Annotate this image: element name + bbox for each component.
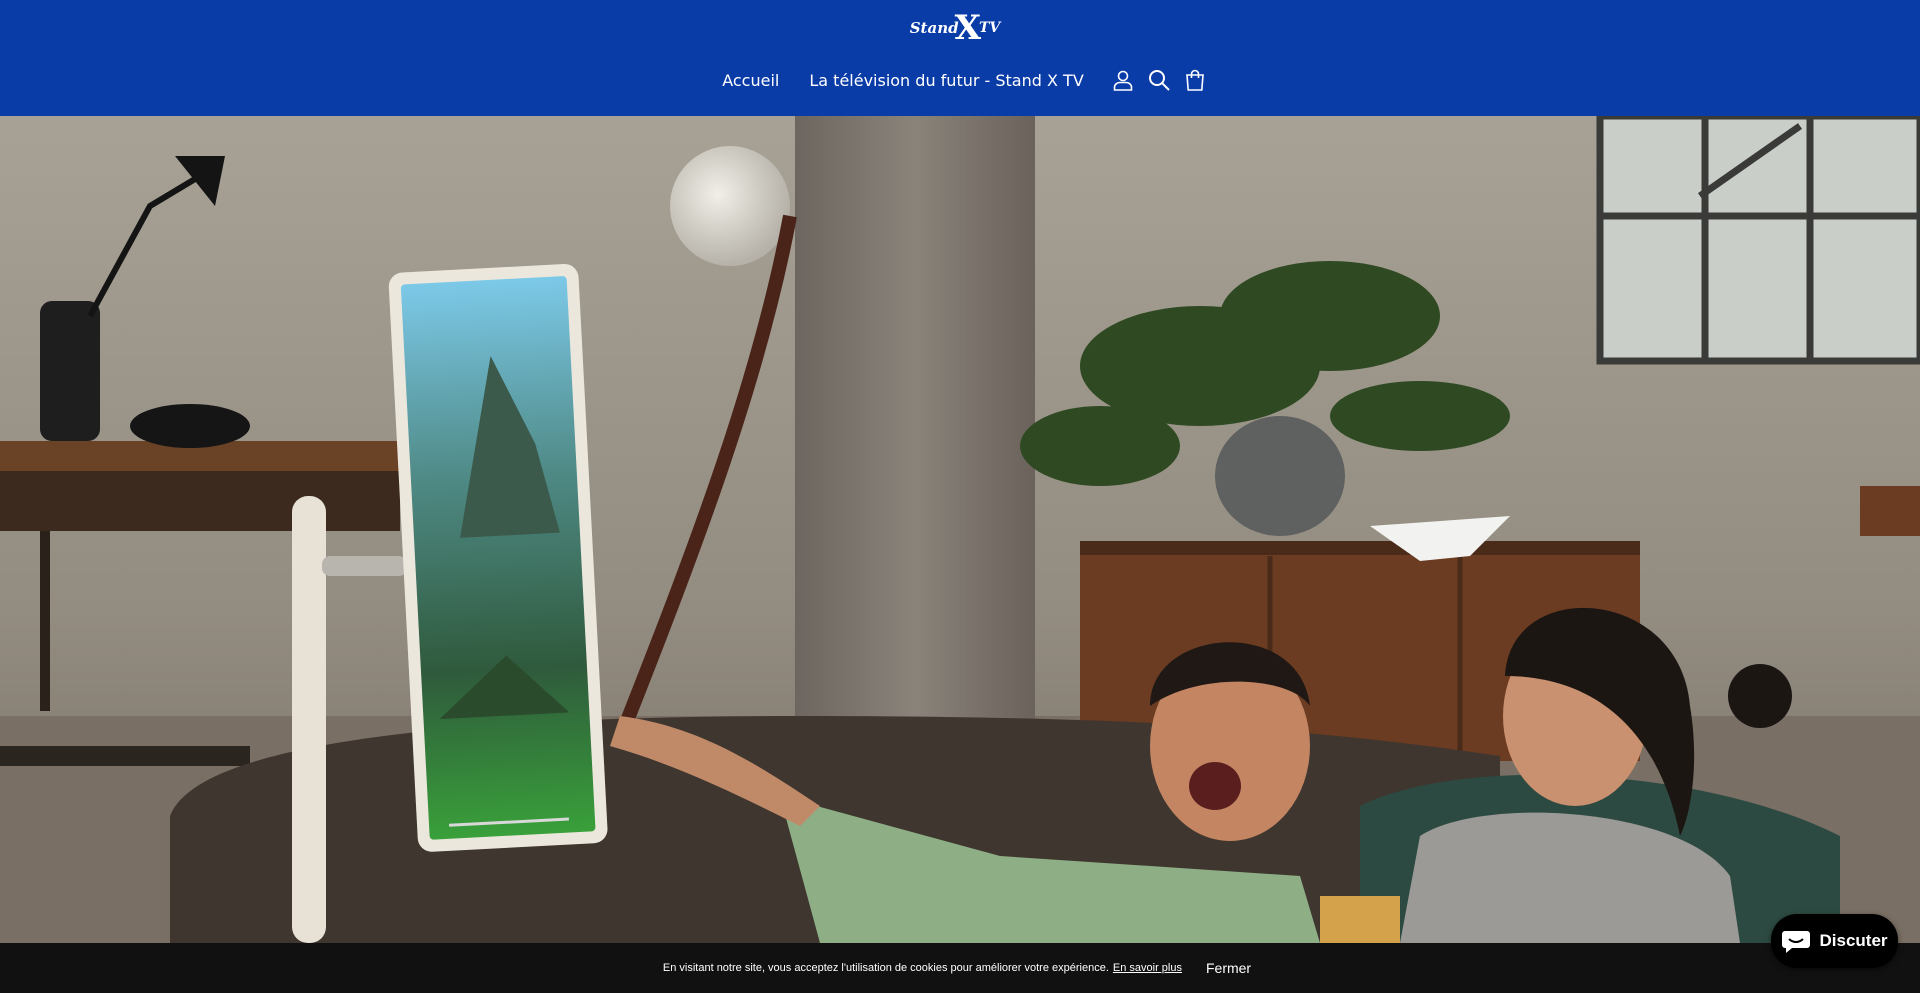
chat-label: Discuter — [1819, 931, 1888, 950]
nav-link-accueil[interactable]: Accueil — [722, 71, 779, 90]
logo-word-stand: Stand — [909, 19, 959, 37]
cookie-banner: En visitant notre site, vous acceptez l'… — [0, 943, 1920, 993]
living-room-photo — [0, 116, 1920, 943]
logo-word-tv: TV — [978, 20, 1001, 36]
cookie-message: En visitant notre site, vous acceptez l'… — [662, 962, 1109, 974]
cookie-learn-more-link[interactable]: En savoir plus — [1113, 962, 1182, 974]
chat-button[interactable]: Discuter — [1771, 914, 1898, 968]
chat-bubble-icon — [1782, 931, 1811, 953]
cart-icon[interactable] — [1181, 66, 1209, 94]
cookie-close-button[interactable]: Fermer — [1200, 959, 1257, 977]
search-icon[interactable] — [1145, 66, 1173, 94]
nav-link-stand-x-tv[interactable]: La télévision du futur - Stand X TV — [809, 71, 1083, 90]
site-logo[interactable]: Stand X TV — [905, 8, 1005, 48]
hero-image — [0, 116, 1920, 943]
header-icons — [1105, 66, 1213, 94]
account-icon[interactable] — [1109, 66, 1137, 94]
site-header: Stand X TV Accueil La télévision du futu… — [0, 0, 1920, 116]
logo-x: X — [954, 8, 981, 48]
main-nav: Accueil La télévision du futur - Stand X… — [0, 60, 1920, 100]
